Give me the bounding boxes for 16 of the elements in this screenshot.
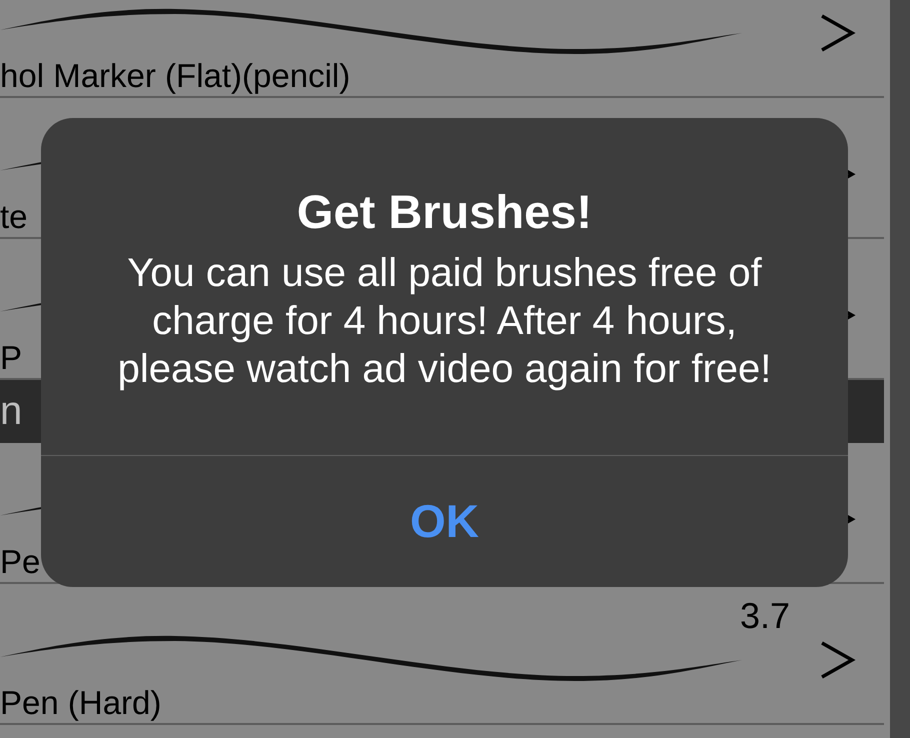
brush-name: te — [0, 196, 28, 237]
brush-name: P — [0, 338, 22, 378]
brush-name: hol Marker (Flat)(pencil) — [0, 56, 350, 96]
alert-title: Get Brushes! — [296, 184, 592, 240]
section-title: n — [0, 388, 22, 434]
brush-stroke-preview — [0, 302, 41, 314]
alert-message: You can use all paid brushes free of charge for 4 hours! After 4 hours, please watch ad video again for free! — [116, 250, 772, 393]
chevron-icon — [848, 514, 856, 524]
chevron-icon — [848, 310, 856, 320]
chevron-icon — [848, 168, 856, 180]
brush-name: Pe — [0, 542, 40, 582]
ok-button[interactable]: OK — [41, 456, 848, 587]
brush-stroke-preview — [0, 161, 41, 172]
brush-stroke-preview — [0, 506, 41, 518]
brush-name: Pen (Hard) — [0, 682, 162, 723]
brush-size-value: 3.7 — [740, 596, 790, 635]
